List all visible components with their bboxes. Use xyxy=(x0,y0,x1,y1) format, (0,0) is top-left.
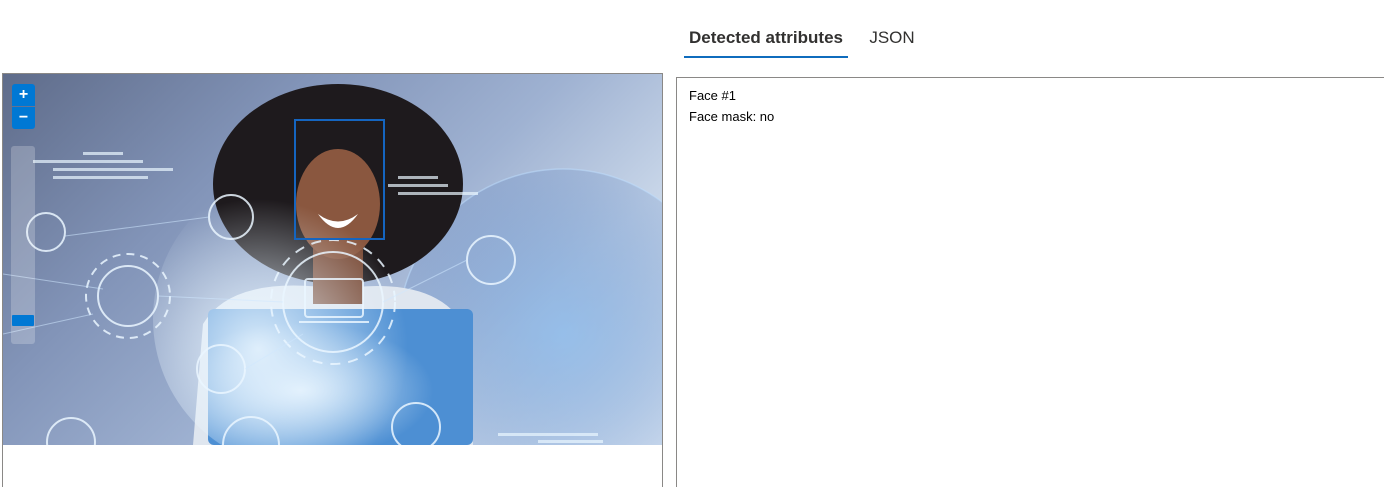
uploaded-photo xyxy=(3,74,662,445)
zoom-in-button[interactable]: + xyxy=(12,84,35,106)
zoom-slider[interactable] xyxy=(11,146,35,344)
tab-detected-attributes[interactable]: Detected attributes xyxy=(684,22,848,58)
image-viewer[interactable]: + − xyxy=(2,73,663,487)
face-attributes-demo: + − Detected attributes JSON Face #1 Fac… xyxy=(0,0,1384,487)
zoom-slider-handle[interactable] xyxy=(12,314,34,326)
face-mask-attribute: Face mask: no xyxy=(689,109,775,124)
tab-json[interactable]: JSON xyxy=(868,22,916,58)
face-title: Face #1 xyxy=(689,88,736,103)
detected-attributes-panel: Face #1 Face mask: no xyxy=(676,77,1384,487)
active-tab-indicator xyxy=(684,56,848,58)
zoom-out-button[interactable]: − xyxy=(12,107,35,129)
